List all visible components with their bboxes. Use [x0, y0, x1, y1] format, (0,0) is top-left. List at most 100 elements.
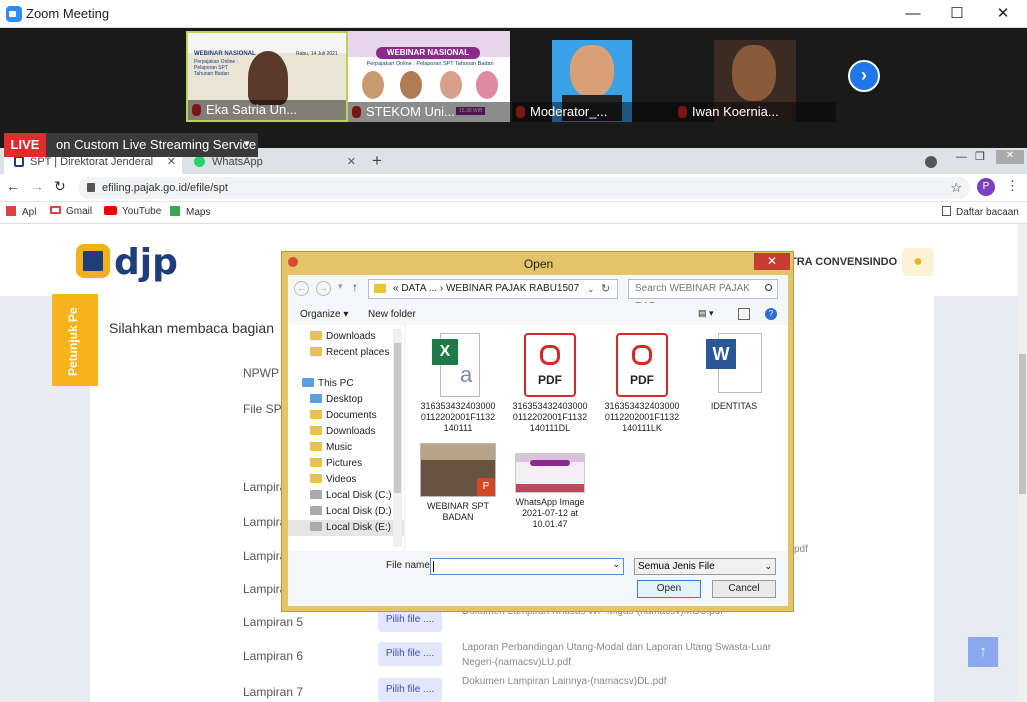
pilih-file-button[interactable]: Pilih file .... [378, 642, 442, 666]
view-options-icon[interactable]: ▤ ▾ [698, 308, 720, 320]
bookmark-gmail[interactable]: Gmail [50, 206, 92, 217]
djp-logo[interactable]: djp [76, 242, 178, 283]
maximize-button[interactable]: ☐ [942, 4, 972, 24]
folder-icon [374, 284, 386, 293]
open-button[interactable]: Open [637, 580, 701, 598]
petunjuk-side-tab[interactable]: Petunjuk Pe [52, 294, 98, 386]
chevron-down-icon[interactable]: ⌄ [612, 559, 620, 570]
tree-item[interactable]: Music [288, 440, 404, 456]
gmail-icon [50, 206, 61, 214]
tree-item[interactable]: Videos [288, 472, 404, 488]
new-tab-button[interactable]: + [372, 151, 382, 171]
participant-tile[interactable]: Iwan Koernia... [674, 31, 836, 122]
back-arrow-icon[interactable]: ← [294, 281, 309, 296]
tree-item[interactable]: This PC [288, 376, 404, 392]
pdf-icon: PDF [616, 333, 668, 397]
refresh-icon[interactable]: ↻ [601, 280, 610, 298]
bookmark-apps[interactable]: Apl [6, 206, 36, 218]
browser-close-button[interactable]: ✕ [996, 150, 1024, 164]
back-arrow-icon[interactable]: ← [6, 178, 20, 194]
browser-restore-button[interactable]: ❐ [975, 150, 985, 163]
forward-arrow-icon[interactable]: → [30, 178, 44, 194]
up-arrow-icon[interactable]: ↑ [352, 280, 358, 294]
close-window-button[interactable]: ✕ [988, 4, 1018, 24]
live-badge: LIVE [4, 133, 46, 157]
desktop-icon [310, 394, 322, 403]
profile-avatar[interactable]: P [977, 178, 995, 196]
url-text: efiling.pajak.go.id/efile/spt [102, 182, 228, 194]
slide-title: WEBINAR NASIONAL [376, 47, 480, 59]
participant-tile[interactable]: Moderator_... [512, 31, 674, 122]
chevron-down-icon[interactable]: ⌄ [587, 280, 595, 298]
tab-search-icon[interactable] [925, 156, 937, 168]
minimize-button[interactable]: — [898, 4, 928, 24]
new-folder-button[interactable]: New folder [368, 309, 416, 320]
bookmarks-bar: Apl Gmail YouTube Maps Daftar bacaan [0, 202, 1027, 224]
reading-list-icon [942, 206, 951, 216]
url-omnibox[interactable]: efiling.pajak.go.id/efile/spt ☆ [78, 177, 970, 199]
file-item[interactable]: PDF 316353432403000 0112202001F1132 1401… [508, 333, 592, 434]
whatsapp-favicon-icon [194, 156, 205, 167]
file-item[interactable]: X a 316353432403000 0112202001F1132 1401… [416, 333, 500, 434]
participant-face [248, 51, 288, 105]
dialog-nav-bar: ← → ▾ ↑ « DATA ... › WEBINAR PAJAK RABU1… [288, 275, 788, 312]
browser-menu-icon[interactable]: ⋮ [1006, 178, 1019, 194]
slide-title: WEBINAR NASIONAL [194, 51, 256, 57]
recent-locations-icon[interactable]: ▾ [338, 281, 343, 292]
tree-item[interactable]: Desktop [288, 392, 404, 408]
dialog-search-input[interactable]: Search WEBINAR PAJAK RAB... [628, 279, 778, 312]
lampiran-5-label: Lampiran 5 [243, 615, 304, 629]
scrollbar-thumb[interactable] [1019, 354, 1026, 494]
reload-icon[interactable]: ↻ [54, 178, 66, 195]
filetype-select[interactable]: Semua Jenis File ⌄ [634, 558, 776, 575]
pilih-file-button[interactable]: Pilih file .... [378, 678, 442, 702]
user-icon[interactable]: ● [902, 248, 934, 276]
filename-input[interactable]: ⌄ [430, 558, 624, 575]
tree-item[interactable]: Pictures [288, 456, 404, 472]
forward-arrow-icon[interactable]: → [316, 281, 331, 296]
live-stream-indicator[interactable]: LIVE on Custom Live Streaming Service ▾ [4, 133, 258, 157]
djp-logo-icon [76, 244, 110, 278]
participant-tile[interactable]: WEBINAR NASIONAL Perpajakan Online : Pel… [348, 31, 510, 122]
preview-pane-icon[interactable] [738, 308, 750, 320]
slide-date: Rabu, 14 Juli 2021 [296, 51, 338, 57]
scroll-to-top-button[interactable]: ↑ [968, 637, 998, 667]
tree-item[interactable]: Downloads [288, 329, 404, 345]
participant-name: Iwan Koernia... [674, 102, 836, 122]
page-scrollbar[interactable] [1018, 224, 1027, 702]
live-stream-text: on Custom Live Streaming Service [56, 137, 257, 152]
bookmark-star-icon[interactable]: ☆ [950, 177, 962, 199]
organize-button[interactable]: Organize ▾ [300, 309, 348, 320]
tree-item[interactable]: Local Disk (D:) [288, 504, 404, 520]
next-page-arrow-button[interactable]: › [848, 60, 880, 92]
tree-item[interactable]: Downloads [288, 424, 404, 440]
chevron-down-icon[interactable]: ▾ [244, 137, 250, 150]
dialog-body: ← → ▾ ↑ « DATA ... › WEBINAR PAJAK RABU1… [288, 275, 788, 606]
path-breadcrumb[interactable]: « DATA ... › WEBINAR PAJAK RABU1507 ⌄ ↻ [368, 279, 618, 299]
zoom-logo-icon [6, 6, 22, 22]
file-item[interactable]: P WEBINAR SPT BADAN [416, 443, 500, 523]
tree-scrollbar[interactable] [393, 329, 402, 547]
participant-tile[interactable]: WEBINAR NASIONAL Perpajakan Online : Pel… [186, 31, 348, 122]
cancel-button[interactable]: Cancel [712, 580, 776, 598]
bookmark-maps[interactable]: Maps [170, 206, 210, 218]
file-desc-fragment: pdf [794, 544, 808, 555]
browser-minimize-button[interactable]: — [956, 151, 967, 163]
tree-item[interactable]: Local Disk (E:) [288, 520, 404, 536]
reading-list[interactable]: Daftar bacaan [942, 206, 1019, 218]
tree-item[interactable]: Documents [288, 408, 404, 424]
file-item[interactable]: W IDENTITAS [692, 333, 776, 412]
help-icon[interactable]: ? [765, 308, 777, 320]
close-tab-icon[interactable]: ✕ [347, 150, 356, 174]
slide-subtitle: Perpajakan Online : Pelaporan SPT Tahuna… [194, 59, 238, 77]
bookmark-youtube[interactable]: YouTube [104, 206, 161, 217]
tree-item[interactable]: Recent places [288, 345, 404, 361]
zoom-window-title: Zoom Meeting [26, 6, 110, 21]
file-item[interactable]: WhatsApp Image 2021-07-12 at 10.01.47 [508, 453, 592, 530]
tree-item[interactable]: Local Disk (C:) [288, 488, 404, 504]
file-item[interactable]: PDF 316353432403000 0112202001F1132 1401… [600, 333, 684, 434]
dialog-close-button[interactable]: ✕ [754, 253, 790, 270]
participant-name: Moderator_... [512, 102, 674, 122]
slide-subtitle: Perpajakan Online : Pelaporan SPT Tahuna… [366, 61, 494, 67]
folder-icon [310, 331, 322, 340]
